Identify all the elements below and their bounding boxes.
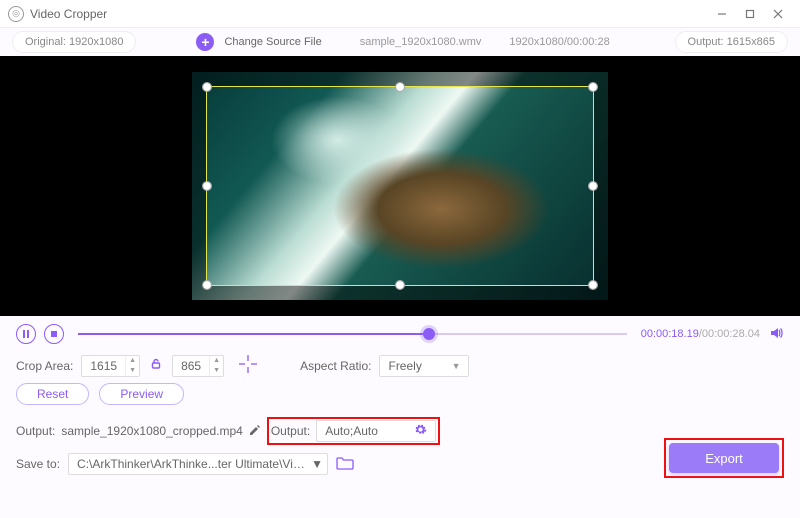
height-up[interactable]: ▲ bbox=[210, 356, 223, 366]
output-format-field[interactable]: Auto;Auto bbox=[316, 420, 436, 442]
settings-gear-icon[interactable] bbox=[414, 423, 427, 439]
aspect-lock-icon[interactable] bbox=[148, 358, 164, 373]
save-path-select[interactable]: C:\ArkThinker\ArkThinke...ter Ultimate\V… bbox=[68, 453, 328, 475]
aspect-ratio-label: Aspect Ratio: bbox=[300, 359, 371, 373]
width-up[interactable]: ▲ bbox=[126, 356, 139, 366]
aspect-ratio-select[interactable]: Freely▼ bbox=[379, 355, 469, 377]
crop-area-label: Crop Area: bbox=[16, 359, 73, 373]
crop-handle-rm[interactable] bbox=[589, 182, 597, 190]
minimize-button[interactable] bbox=[708, 4, 736, 24]
crop-width-input[interactable]: 1615▲▼ bbox=[81, 355, 140, 377]
export-area: Export bbox=[664, 438, 784, 478]
add-source-button[interactable]: + bbox=[196, 33, 214, 51]
export-button[interactable]: Export bbox=[669, 443, 779, 473]
save-to-label: Save to: bbox=[16, 457, 60, 471]
action-buttons-row: Reset Preview bbox=[0, 381, 800, 413]
app-icon: ◎ bbox=[8, 6, 24, 22]
close-button[interactable] bbox=[764, 4, 792, 24]
original-size-label: Original: 1920x1080 bbox=[12, 31, 136, 53]
stop-button[interactable] bbox=[44, 324, 64, 344]
source-resolution-duration: 1920x1080/00:00:28 bbox=[509, 36, 609, 48]
app-title: Video Cropper bbox=[30, 7, 107, 21]
chevron-down-icon: ▼ bbox=[311, 457, 323, 471]
crop-handle-tr[interactable] bbox=[589, 83, 597, 91]
crop-handle-lm[interactable] bbox=[203, 182, 211, 190]
playback-time: 00:00:18.19/00:00:28.04 bbox=[641, 328, 760, 340]
reset-button[interactable]: Reset bbox=[16, 383, 89, 405]
output-format-label: Output: bbox=[271, 424, 310, 438]
maximize-button[interactable] bbox=[736, 4, 764, 24]
edit-filename-icon[interactable] bbox=[249, 424, 261, 439]
video-frame[interactable] bbox=[192, 72, 608, 300]
output-filename: sample_1920x1080_cropped.mp4 bbox=[61, 424, 242, 438]
chevron-down-icon: ▼ bbox=[452, 361, 461, 371]
crop-height-input[interactable]: 865▲▼ bbox=[172, 355, 224, 377]
output-size-label: Output: 1615x865 bbox=[675, 31, 788, 53]
crop-handle-tm[interactable] bbox=[396, 83, 404, 91]
video-preview bbox=[0, 56, 800, 316]
crop-handle-bm[interactable] bbox=[396, 281, 404, 289]
crop-rectangle[interactable] bbox=[206, 86, 594, 286]
change-source-link[interactable]: Change Source File bbox=[224, 36, 321, 48]
crop-handle-br[interactable] bbox=[589, 281, 597, 289]
open-folder-icon[interactable] bbox=[336, 456, 354, 473]
preview-button[interactable]: Preview bbox=[99, 383, 184, 405]
playback-controls: 00:00:18.19/00:00:28.04 bbox=[0, 316, 800, 350]
crop-handle-tl[interactable] bbox=[203, 83, 211, 91]
height-down[interactable]: ▼ bbox=[210, 366, 223, 376]
output-format-highlight: Output: Auto;Auto bbox=[267, 417, 440, 445]
width-down[interactable]: ▼ bbox=[126, 366, 139, 376]
output-label: Output: bbox=[16, 424, 55, 438]
title-bar: ◎ Video Cropper bbox=[0, 0, 800, 28]
pause-button[interactable] bbox=[16, 324, 36, 344]
seek-slider[interactable] bbox=[78, 325, 627, 343]
volume-button[interactable] bbox=[768, 325, 784, 344]
crop-settings-row: Crop Area: 1615▲▼ 865▲▼ Aspect Ratio: Fr… bbox=[0, 350, 800, 381]
source-filename: sample_1920x1080.wmv bbox=[360, 36, 482, 48]
info-bar: Original: 1920x1080 + Change Source File… bbox=[0, 28, 800, 56]
center-crop-icon[interactable] bbox=[238, 354, 258, 377]
crop-handle-bl[interactable] bbox=[203, 281, 211, 289]
